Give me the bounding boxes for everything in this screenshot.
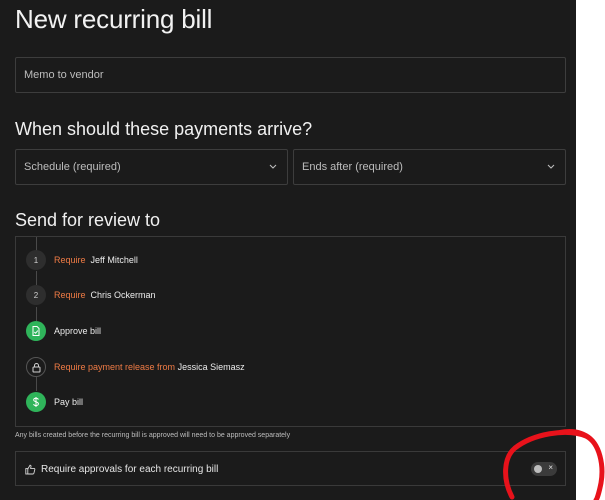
pay-bill-label: Pay bill — [54, 397, 84, 407]
toggle-off-icon: × — [548, 463, 553, 472]
require-approvals-row: Require approvals for each recurring bil… — [15, 451, 566, 486]
chain-connector — [36, 377, 37, 391]
ends-after-select-label: Ends after (required) — [302, 161, 403, 173]
ends-after-select[interactable]: Ends after (required) — [293, 149, 566, 185]
payments-heading: When should these payments arrive? — [15, 119, 313, 139]
reviewer-name: Chris Ockerman — [90, 290, 156, 300]
payment-release-step: Require payment release from Jessica Sie… — [26, 357, 245, 377]
require-label: Require — [54, 255, 86, 265]
thumbs-up-icon — [25, 464, 36, 475]
reviewer-step-label: Require Chris Ockerman — [54, 290, 156, 300]
step-number-badge: 1 — [26, 250, 46, 270]
pay-bill-step: Pay bill — [26, 392, 83, 412]
approve-bill-step: Approve bill — [26, 321, 101, 341]
chain-connector — [36, 271, 37, 285]
recurring-bill-panel: New recurring bill Memo to vendor When s… — [0, 0, 576, 500]
release-approver-name: Jessica Siemasz — [177, 362, 245, 372]
schedule-select[interactable]: Schedule (required) — [15, 149, 288, 185]
approve-bill-icon — [26, 321, 46, 341]
lock-icon — [26, 357, 46, 377]
release-require-label: Require payment release from — [54, 362, 176, 372]
require-approvals-label: Require approvals for each recurring bil… — [41, 464, 219, 475]
reviewer-name: Jeff Mitchell — [90, 255, 138, 265]
schedule-select-label: Schedule (required) — [24, 161, 121, 173]
step-number-badge: 2 — [26, 285, 46, 305]
dollar-icon — [26, 392, 46, 412]
reviewer-step-label: Require Jeff Mitchell — [54, 255, 138, 265]
review-chain: 1 Require Jeff Mitchell 2 Require Chris … — [15, 236, 566, 427]
chevron-down-icon — [269, 164, 277, 169]
chevron-down-icon — [547, 164, 555, 169]
payment-release-label: Require payment release from Jessica Sie… — [54, 362, 245, 372]
page-title: New recurring bill — [15, 4, 213, 34]
chain-connector — [36, 307, 37, 321]
memo-placeholder: Memo to vendor — [24, 69, 104, 81]
require-label: Require — [54, 290, 86, 300]
review-heading: Send for review to — [15, 210, 161, 230]
approval-note: Any bills created before the recurring b… — [15, 432, 291, 439]
memo-input[interactable]: Memo to vendor — [15, 57, 566, 93]
reviewer-step-1: 1 Require Jeff Mitchell — [26, 250, 138, 270]
reviewer-step-2: 2 Require Chris Ockerman — [26, 285, 156, 305]
approve-bill-label: Approve bill — [54, 326, 102, 336]
chain-connector — [36, 237, 37, 251]
toggle-knob — [534, 465, 542, 473]
require-approvals-toggle[interactable]: × — [531, 462, 557, 476]
